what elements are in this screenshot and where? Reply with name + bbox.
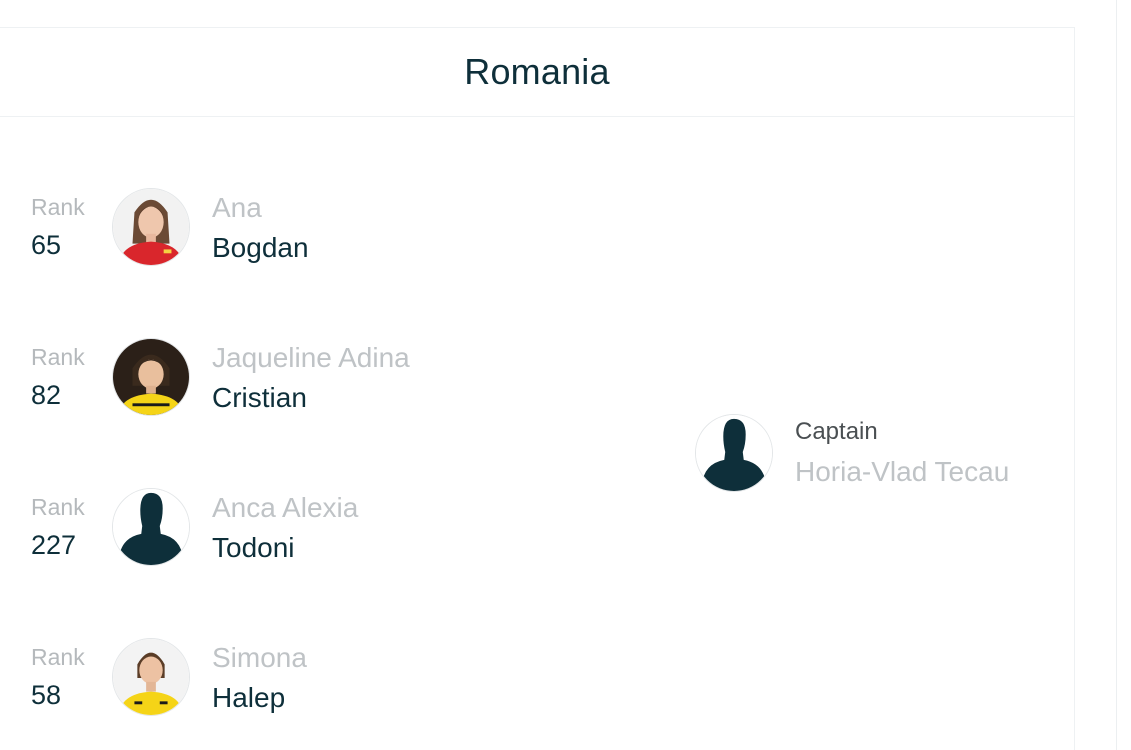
team-header: Romania [0,28,1074,117]
player-first-name: Anca Alexia [212,492,359,523]
team-title: Romania [464,51,610,92]
player-photo[interactable] [112,338,190,416]
player-rank: Rank 58 [31,644,85,711]
player-last-name[interactable]: Bogdan [212,232,309,264]
player-row[interactable]: Rank 58 Simona Halep [0,638,520,718]
captain-label: Captain [795,418,878,445]
player-last-name[interactable]: Todoni [212,532,358,564]
rank-value: 227 [31,530,77,560]
rank-label: Rank [31,344,85,370]
player-name: Simona Halep [212,642,307,714]
player-photo-red-kit [113,189,189,265]
captain-photo[interactable] [695,414,773,492]
captain-row[interactable]: Captain Horia-Vlad Tecau [695,414,1065,494]
captain-name[interactable]: Horia-Vlad Tecau [795,456,1009,488]
player-photo-yellow-kit [113,639,189,715]
player-last-name[interactable]: Halep [212,682,307,714]
player-first-name: Jaqueline Adina [212,342,410,373]
player-last-name[interactable]: Cristian [212,382,410,414]
player-row[interactable]: Rank 82 Jaqueline Adina Cristian [0,338,520,418]
silhouette-icon [696,415,772,491]
silhouette-icon [113,489,189,565]
player-rank: Rank 82 [31,344,85,411]
player-photo[interactable] [112,188,190,266]
captain-info: Captain Horia-Vlad Tecau [795,418,1009,488]
player-first-name: Simona [212,642,307,673]
rank-value: 58 [31,680,62,710]
rank-label: Rank [31,194,85,220]
player-name: Jaqueline Adina Cristian [212,342,410,414]
rank-label: Rank [31,644,85,670]
player-photo[interactable] [112,638,190,716]
player-rank: Rank 227 [31,494,85,561]
page-divider [1116,0,1117,750]
player-row[interactable]: Rank 65 Ana Bogdan [0,188,520,268]
player-first-name: Ana [212,192,262,223]
player-name: Ana Bogdan [212,192,309,264]
player-name: Anca Alexia Todoni [212,492,358,564]
player-row[interactable]: Rank 227 Anca Alexia Todoni [0,488,520,568]
rank-value: 82 [31,380,62,410]
player-photo[interactable] [112,488,190,566]
player-photo-yellow-kit [113,339,189,415]
rank-value: 65 [31,230,62,260]
rank-label: Rank [31,494,85,520]
player-rank: Rank 65 [31,194,85,261]
